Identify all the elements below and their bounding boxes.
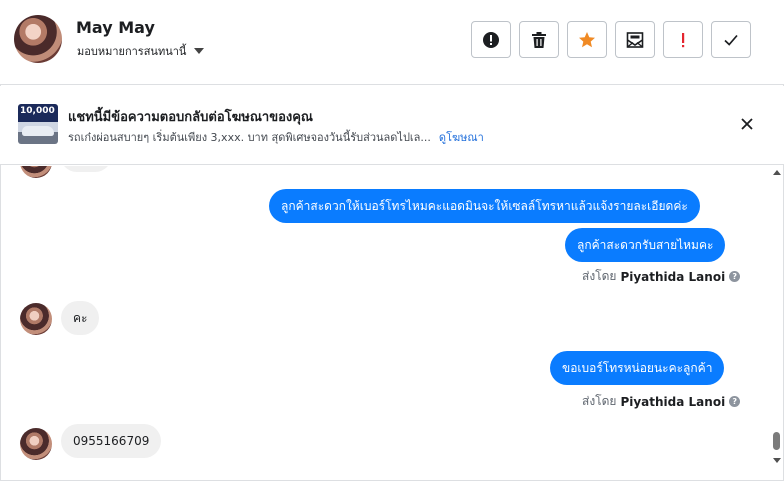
message-thread[interactable]: ลูกค้าสะดวกให้เบอร์โทรไหมคะแอดมินจะให้เซ…: [0, 166, 770, 481]
avatar[interactable]: [20, 303, 52, 335]
mark-done-button[interactable]: [711, 21, 751, 58]
message-bubble-incoming[interactable]: คะ: [61, 301, 100, 335]
avatar: [20, 166, 52, 178]
conversation-header: May May มอบหมายการสนทนานี้: [0, 0, 784, 85]
info-icon[interactable]: ?: [729, 396, 741, 407]
avatar[interactable]: [20, 428, 52, 460]
avatar[interactable]: [14, 15, 62, 63]
ad-reply-banner: 10,000 แชทนี้มีข้อความตอบกลับต่อโฆษณาของ…: [0, 86, 784, 165]
mark-unread-button[interactable]: [615, 21, 655, 58]
ad-thumbnail[interactable]: 10,000: [18, 104, 58, 144]
message-bubble-incoming[interactable]: [60, 166, 112, 172]
alert-icon: [483, 31, 499, 48]
sent-by-prefix: ส่งโดย: [582, 269, 617, 283]
contact-name[interactable]: May May: [76, 18, 155, 37]
ad-description: รถเก๋งผ่อนสบายๆ เริ่มต้นเพียง 3,xxx. บาท…: [68, 128, 484, 146]
star-button[interactable]: [567, 21, 607, 58]
assign-label: มอบหมายการสนทนานี้: [77, 45, 187, 58]
caret-down-icon: [194, 48, 205, 54]
sent-by-prefix: ส่งโดย: [582, 394, 617, 408]
envelope-icon: [626, 31, 644, 48]
scroll-down-icon[interactable]: [773, 458, 781, 463]
scrollbar-thumb[interactable]: [773, 432, 780, 450]
ad-description-text: รถเก๋งผ่อนสบายๆ เริ่มต้นเพียง 3,xxx. บาท…: [68, 131, 431, 144]
follow-up-button[interactable]: [663, 21, 703, 58]
mark-spam-button[interactable]: [471, 21, 511, 58]
assign-conversation-dropdown[interactable]: มอบหมายการสนทนานี้: [77, 42, 205, 60]
sender-name: Piyathida Lanoi: [620, 394, 726, 409]
info-icon[interactable]: ?: [729, 271, 741, 282]
checkmark-icon: [724, 34, 738, 46]
action-toolbar: [471, 21, 751, 58]
close-icon[interactable]: [739, 116, 755, 132]
sent-by-label: ส่งโดย Piyathida Lanoi ?: [582, 392, 741, 411]
star-icon: [579, 31, 595, 47]
view-ad-link[interactable]: ดูโฆษณา: [439, 131, 484, 144]
trash-icon: [532, 31, 546, 48]
message-bubble-outgoing[interactable]: ขอเบอร์โทรหน่อยนะคะลูกค้า: [550, 351, 725, 385]
delete-button[interactable]: [519, 21, 559, 58]
sender-name: Piyathida Lanoi: [620, 269, 726, 284]
ad-banner-title: แชทนี้มีข้อความตอบกลับต่อโฆษณาของคุณ: [68, 110, 313, 125]
ad-thumbnail-text: 10,000: [20, 106, 55, 116]
message-bubble-incoming[interactable]: 0955166709: [61, 424, 162, 458]
message-bubble-outgoing[interactable]: ลูกค้าสะดวกให้เบอร์โทรไหมคะแอดมินจะให้เซ…: [269, 189, 700, 223]
message-bubble-outgoing[interactable]: ลูกค้าสะดวกรับสายไหมคะ: [565, 228, 726, 262]
scrollbar[interactable]: [770, 166, 784, 481]
exclamation-icon: [682, 32, 685, 47]
car-image: [22, 126, 54, 136]
sent-by-label: ส่งโดย Piyathida Lanoi ?: [582, 267, 741, 286]
scroll-up-icon[interactable]: [773, 170, 781, 175]
